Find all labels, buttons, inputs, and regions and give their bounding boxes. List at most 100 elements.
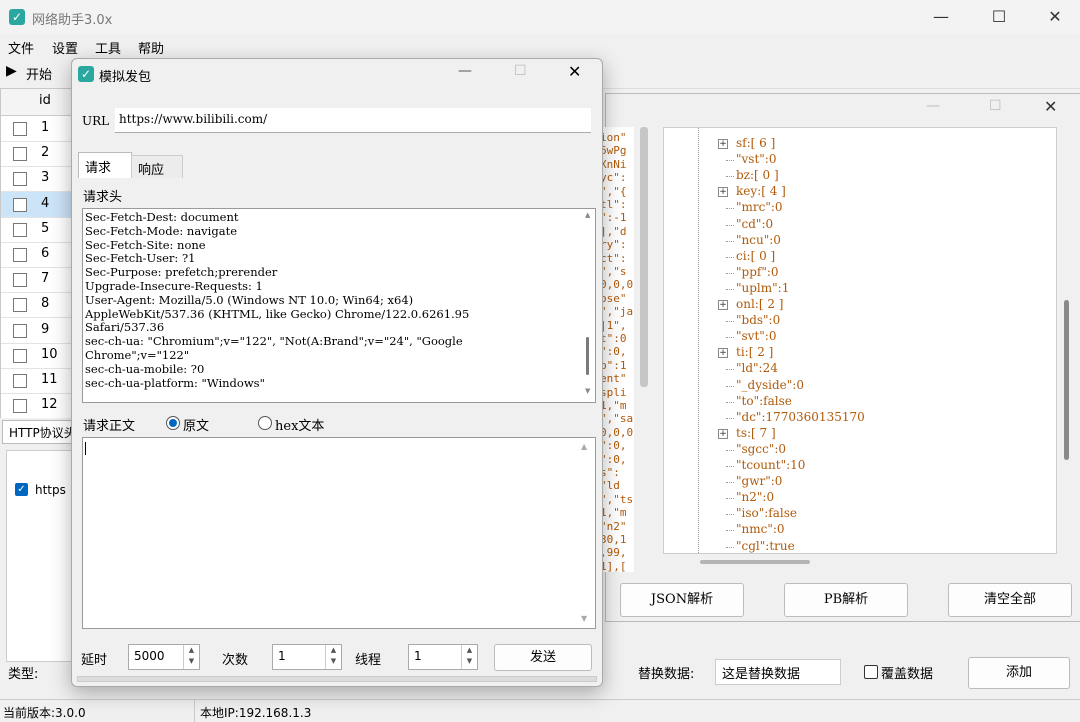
delay-stepper-arrows-icon[interactable]: ▲ ▼: [183, 645, 199, 669]
tree-node[interactable]: "cd":0: [736, 217, 773, 231]
json-window-minimize-icon[interactable]: —: [926, 98, 940, 114]
expand-node-icon[interactable]: +: [718, 187, 728, 198]
dialog-minimize-icon[interactable]: —: [458, 63, 472, 79]
table-row[interactable]: 5: [1, 217, 73, 243]
tree-node[interactable]: "ncu":0: [736, 233, 781, 247]
pb-parse-button[interactable]: PB解析: [784, 583, 908, 617]
tab-response[interactable]: 响应: [131, 155, 183, 178]
menu-file[interactable]: 文件: [8, 38, 34, 57]
count-spinner[interactable]: 1 ▲ ▼: [272, 644, 342, 670]
row-checkbox[interactable]: [13, 222, 27, 237]
tree-node[interactable]: "dc":1770360135170: [736, 410, 865, 424]
https-checkbox[interactable]: ✓: [15, 483, 28, 496]
tree-node[interactable]: "bds":0: [736, 313, 780, 327]
minimize-icon[interactable]: —: [918, 1, 964, 33]
tree-node[interactable]: "tcount":10: [736, 458, 805, 472]
table-row[interactable]: 3: [1, 166, 73, 193]
menu-settings[interactable]: 设置: [52, 38, 78, 57]
row-checkbox[interactable]: [13, 323, 27, 338]
row-checkbox[interactable]: [13, 273, 27, 288]
tree-node[interactable]: key:[ 4 ]: [736, 184, 786, 198]
column-header-id[interactable]: id: [39, 93, 51, 108]
tree-node[interactable]: ci:[ 0 ]: [736, 249, 775, 263]
tree-node[interactable]: "vst":0: [736, 152, 776, 166]
clear-all-button[interactable]: 清空全部: [948, 583, 1072, 617]
radio-raw[interactable]: [166, 416, 180, 430]
tree-node[interactable]: "_dyside":0: [736, 378, 804, 392]
tree-node[interactable]: sf:[ 6 ]: [736, 136, 775, 150]
tree-node[interactable]: ts:[ 7 ]: [736, 426, 776, 440]
dialog-maximize-icon[interactable]: ☐: [514, 63, 527, 79]
thread-stepper-arrows-icon[interactable]: ▲ ▼: [461, 645, 477, 669]
body-scroll-down-icon[interactable]: ▼: [581, 614, 587, 623]
tree-scrollbar[interactable]: [1064, 300, 1069, 460]
menu-help[interactable]: 帮助: [138, 38, 164, 57]
maximize-icon[interactable]: ☐: [976, 1, 1022, 33]
table-row[interactable]: 7: [1, 267, 73, 294]
close-icon[interactable]: ✕: [1032, 1, 1078, 33]
tree-node[interactable]: "nmc":0: [736, 522, 785, 536]
url-input[interactable]: https://www.bilibili.com/: [115, 108, 591, 133]
tree-node[interactable]: "svt":0: [736, 329, 776, 343]
row-checkbox[interactable]: [13, 298, 27, 313]
delay-spinner[interactable]: 5000 ▲ ▼: [128, 644, 200, 670]
left-pane-scrollbar[interactable]: [640, 127, 648, 387]
table-row[interactable]: 4: [1, 191, 73, 218]
tree-node[interactable]: bz:[ 0 ]: [736, 168, 779, 182]
tab-http-header[interactable]: HTTP协议头: [2, 420, 76, 444]
menu-tools[interactable]: 工具: [95, 38, 121, 57]
send-button[interactable]: 发送: [494, 644, 592, 671]
tree-node[interactable]: "n2":0: [736, 490, 774, 504]
table-row[interactable]: 1: [1, 116, 73, 142]
tree-horizontal-scrollbar[interactable]: [700, 560, 810, 564]
count-stepper-arrows-icon[interactable]: ▲ ▼: [325, 645, 341, 669]
json-parse-button[interactable]: JSON解析: [620, 583, 744, 617]
json-tree-view[interactable]: + sf:[ 6 ] "vst":0 bz:[ 0 ] + key:[ 4 ] "mrc":…: [663, 127, 1057, 554]
tree-node[interactable]: "to":false: [736, 394, 792, 408]
tree-node[interactable]: ti:[ 2 ]: [736, 345, 773, 359]
scroll-down-icon[interactable]: ▼: [585, 387, 590, 395]
request-body-textarea[interactable]: ▲ ▼: [82, 437, 596, 629]
radio-hex[interactable]: [258, 416, 272, 430]
add-button[interactable]: 添加: [968, 657, 1070, 689]
expand-node-icon[interactable]: +: [718, 428, 728, 439]
row-checkbox[interactable]: [13, 399, 27, 414]
table-row[interactable]: 10: [1, 343, 73, 369]
body-scroll-up-icon[interactable]: ▲: [581, 442, 587, 451]
row-checkbox[interactable]: [13, 197, 27, 212]
headers-scrollbar[interactable]: ▲ ▼: [584, 211, 593, 398]
thread-spinner[interactable]: 1 ▲ ▼: [408, 644, 478, 670]
table-row[interactable]: 12: [1, 393, 73, 420]
table-row[interactable]: 11: [1, 368, 73, 394]
expand-node-icon[interactable]: +: [718, 139, 728, 149]
row-checkbox[interactable]: [13, 248, 27, 262]
tree-node[interactable]: "iso":false: [736, 506, 797, 520]
headers-scroll-thumb[interactable]: [586, 337, 589, 375]
table-row[interactable]: 9: [1, 318, 73, 344]
table-row[interactable]: 8: [1, 292, 73, 319]
scroll-up-icon[interactable]: ▲: [585, 211, 590, 219]
request-headers-textarea[interactable]: Sec-Fetch-Dest: document Sec-Fetch-Mode: …: [82, 208, 596, 403]
tree-node[interactable]: "cgl":true: [736, 539, 795, 553]
override-checkbox[interactable]: [864, 665, 878, 679]
table-row[interactable]: 6: [1, 242, 73, 268]
dialog-close-icon[interactable]: ✕: [568, 62, 581, 81]
start-button[interactable]: ▶ 开始: [4, 62, 64, 84]
replace-data-input[interactable]: 这是替换数据: [715, 659, 841, 685]
tree-node[interactable]: "ppf":0: [736, 265, 779, 279]
row-checkbox[interactable]: [13, 172, 27, 187]
json-window-maximize-icon[interactable]: ☐: [989, 98, 1002, 114]
tree-node[interactable]: "gwr":0: [736, 474, 782, 488]
tree-node[interactable]: "sgcc":0: [736, 442, 786, 456]
row-checkbox[interactable]: [13, 147, 27, 162]
tree-node[interactable]: "uplm":1: [736, 281, 789, 295]
expand-node-icon[interactable]: +: [718, 300, 728, 310]
tab-request[interactable]: 请求: [78, 152, 132, 178]
row-checkbox[interactable]: [13, 122, 27, 136]
expand-node-icon[interactable]: +: [718, 348, 728, 359]
tree-node[interactable]: "mrc":0: [736, 200, 783, 214]
table-row[interactable]: 2: [1, 141, 73, 168]
tree-node[interactable]: onl:[ 2 ]: [736, 297, 783, 311]
json-window-close-icon[interactable]: ✕: [1044, 97, 1057, 116]
row-checkbox[interactable]: [13, 348, 27, 363]
